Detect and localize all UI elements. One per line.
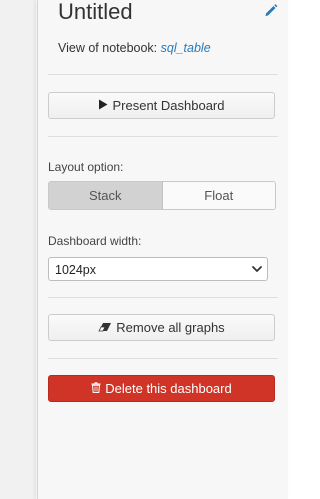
notebook-reference-label: View of notebook: (58, 41, 161, 55)
delete-dashboard-label: Delete this dashboard (105, 381, 232, 396)
remove-all-graphs-button[interactable]: Remove all graphs (48, 314, 275, 341)
chevron-down-icon (252, 266, 262, 272)
remove-all-graphs-label: Remove all graphs (116, 320, 225, 335)
notebook-reference: View of notebook: sql_table (58, 40, 211, 56)
delete-dashboard-button[interactable]: Delete this dashboard (48, 375, 275, 402)
layout-option-label: Layout option: (48, 160, 124, 174)
title-row: Untitled (58, 0, 280, 28)
dashboard-settings-panel: Untitled View of notebook: sql_table Pre… (37, 0, 288, 499)
dashboard-width-label: Dashboard width: (48, 234, 142, 248)
notebook-link[interactable]: sql_table (161, 41, 211, 55)
dashboard-title: Untitled (58, 0, 133, 24)
page-background (0, 0, 36, 499)
play-icon (98, 99, 108, 112)
layout-option-float[interactable]: Float (162, 182, 275, 209)
divider (48, 74, 278, 75)
divider (48, 358, 278, 359)
divider (48, 136, 278, 137)
page-gutter (288, 0, 312, 499)
layout-toggle: Stack Float (48, 181, 276, 210)
dashboard-width-value: 1024px (55, 263, 97, 277)
pencil-icon[interactable] (263, 2, 279, 18)
app-root: Untitled View of notebook: sql_table Pre… (0, 0, 312, 499)
divider (48, 297, 278, 298)
present-dashboard-label: Present Dashboard (112, 98, 225, 113)
dashboard-width-select[interactable]: 1024px (48, 257, 268, 281)
eraser-icon (98, 321, 112, 334)
trash-icon (91, 382, 101, 395)
layout-option-stack[interactable]: Stack (49, 182, 163, 209)
present-dashboard-button[interactable]: Present Dashboard (48, 92, 275, 119)
